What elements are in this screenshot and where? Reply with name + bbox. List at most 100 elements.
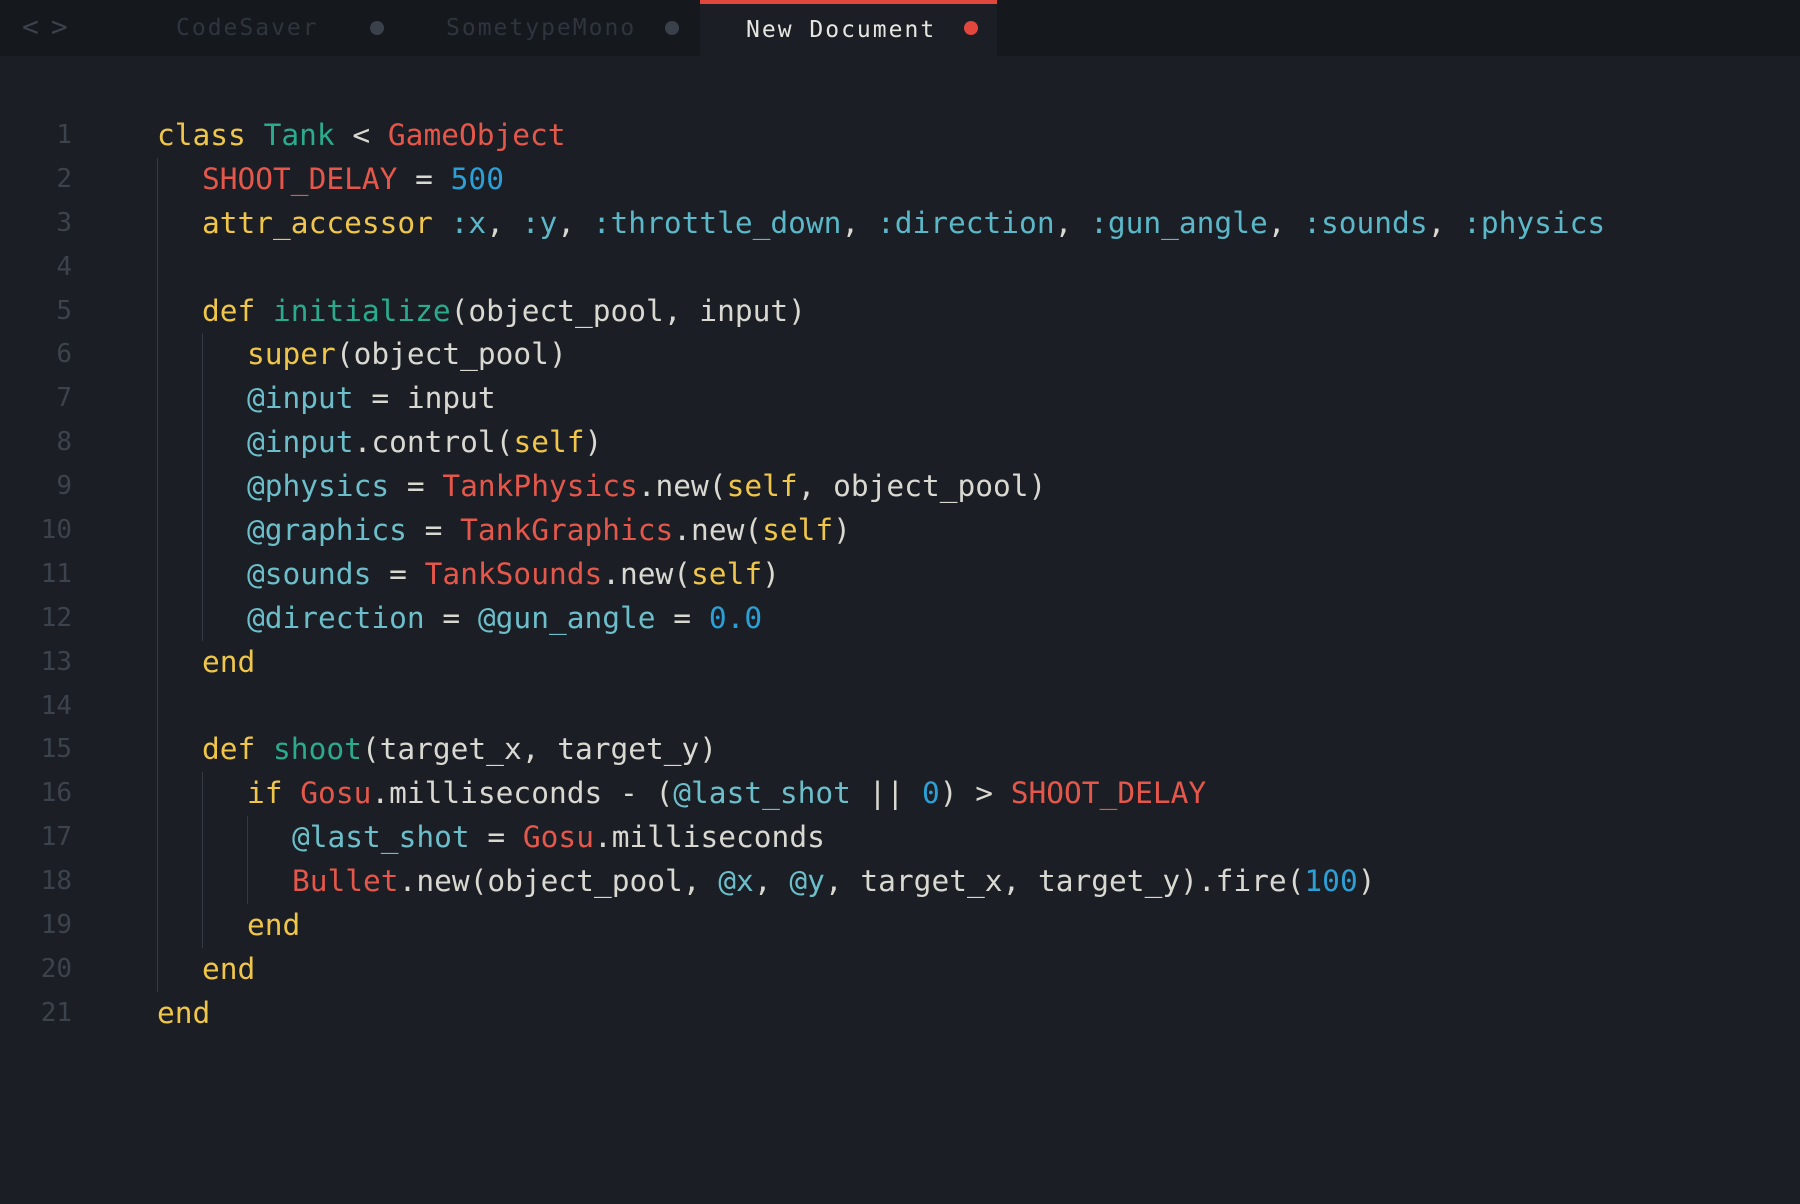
code-token: .milliseconds bbox=[593, 820, 825, 855]
code-token: @sounds bbox=[247, 556, 372, 591]
code-text: @input = input bbox=[247, 377, 496, 421]
code-token: SHOOT_DELAY bbox=[1010, 776, 1207, 811]
line-number: 13 bbox=[40, 646, 72, 677]
code-token: (target_x, target_y) bbox=[361, 732, 718, 767]
code-token: super bbox=[247, 337, 336, 372]
indent-guide bbox=[157, 772, 158, 817]
modified-dot-icon bbox=[665, 21, 679, 35]
code-token: .new( bbox=[602, 556, 692, 591]
code-token: self bbox=[762, 513, 834, 548]
code-line: def shoot(target_x, target_y) bbox=[157, 728, 1777, 773]
tab-sometypemono[interactable]: SometypeMono bbox=[400, 0, 700, 56]
code-token: GameObject bbox=[387, 118, 566, 152]
indent-guide bbox=[202, 772, 203, 817]
code-text: def initialize(object_pool, input) bbox=[202, 290, 806, 334]
code-token: @input bbox=[247, 425, 354, 460]
indent-guide bbox=[157, 465, 158, 510]
code-editor[interactable]: class Tank < GameObject SHOOT_DELAY = 500… bbox=[157, 114, 1777, 1036]
code-token: end bbox=[157, 995, 211, 1030]
code-token: self bbox=[691, 556, 763, 591]
code-line: @input.control(self) bbox=[157, 421, 1777, 466]
code-token: :throttle_down bbox=[592, 205, 842, 240]
code-line: end bbox=[157, 992, 1777, 1036]
indent-guide bbox=[157, 684, 158, 729]
line-number: 5 bbox=[56, 295, 72, 326]
code-token: @direction bbox=[247, 600, 425, 635]
code-token: attr_accessor bbox=[202, 205, 433, 240]
tab-new-document[interactable]: New Document bbox=[700, 0, 997, 56]
indent-guide bbox=[157, 596, 158, 641]
code-token: @last_shot bbox=[673, 776, 851, 811]
code-token: ) bbox=[762, 556, 780, 591]
code-token: 0.0 bbox=[708, 600, 763, 635]
code-token: = bbox=[389, 469, 443, 504]
indent-guide bbox=[157, 728, 158, 773]
code-token: ) > bbox=[939, 776, 1011, 811]
code-token: .new(object_pool, bbox=[398, 864, 719, 899]
indent-guide bbox=[202, 596, 203, 641]
code-text: end bbox=[202, 948, 255, 992]
line-number: 4 bbox=[56, 251, 72, 282]
indent-guide bbox=[157, 947, 158, 992]
tab-codesaver[interactable]: CodeSaver bbox=[130, 0, 400, 56]
line-number: 20 bbox=[40, 953, 72, 984]
code-token: , bbox=[1267, 205, 1304, 240]
code-token: , bbox=[841, 205, 877, 240]
indent-guide bbox=[247, 860, 248, 905]
code-token: , bbox=[486, 205, 522, 240]
code-line: end bbox=[157, 947, 1777, 992]
line-number: 16 bbox=[40, 778, 72, 809]
code-token: || bbox=[850, 776, 922, 811]
chevron-right-icon[interactable]: > bbox=[51, 12, 68, 42]
indent-guide bbox=[202, 377, 203, 422]
line-number: 3 bbox=[56, 207, 72, 238]
code-token: = input bbox=[353, 381, 496, 416]
code-text: end bbox=[247, 904, 300, 948]
code-token: = bbox=[406, 513, 461, 548]
code-text: @physics = TankPhysics.new(self, object_… bbox=[247, 465, 1046, 509]
line-number-gutter: 1 2 3 4 5 6 7 8 9 10 11 12 13 14 15 16 17 18 19 20 21 bbox=[0, 114, 110, 1036]
code-token: = bbox=[469, 820, 523, 855]
code-token: , bbox=[1427, 205, 1464, 240]
line-number: 12 bbox=[40, 602, 72, 633]
code-text: @graphics = TankGraphics.new(self) bbox=[247, 509, 851, 553]
indent-guide bbox=[157, 904, 158, 948]
indent-guide bbox=[202, 816, 203, 861]
code-token: .control( bbox=[353, 425, 514, 460]
code-token: :sounds bbox=[1303, 205, 1428, 240]
indent-guide bbox=[157, 421, 158, 466]
indent-guide bbox=[157, 552, 158, 597]
code-token: 100 bbox=[1304, 864, 1358, 899]
code-token: , bbox=[1054, 205, 1091, 240]
code-line: Bullet.new(object_pool, @x, @y, target_x… bbox=[157, 860, 1777, 905]
code-line: end bbox=[157, 904, 1777, 948]
code-token: @last_shot bbox=[292, 820, 470, 855]
code-token: if bbox=[247, 776, 301, 811]
code-token: self bbox=[513, 425, 585, 460]
indent-guide bbox=[157, 640, 158, 685]
code-line: @input = input bbox=[157, 377, 1777, 422]
code-token: :physics bbox=[1463, 205, 1606, 240]
code-token: (object_pool, input) bbox=[450, 293, 806, 328]
code-token: :gun_angle bbox=[1090, 205, 1268, 240]
code-token: end bbox=[202, 644, 256, 679]
code-token: class bbox=[157, 118, 264, 152]
indent-guide bbox=[157, 509, 158, 553]
code-token: < bbox=[334, 118, 388, 152]
code-token: TankSounds bbox=[424, 556, 603, 591]
code-token: , object_pool) bbox=[797, 469, 1047, 504]
code-token: TankPhysics bbox=[442, 469, 638, 504]
line-number: 8 bbox=[56, 427, 72, 458]
line-number: 15 bbox=[40, 734, 72, 765]
indent-guide bbox=[202, 860, 203, 905]
indent-guide bbox=[157, 816, 158, 861]
indent-guide bbox=[157, 860, 158, 905]
code-line bbox=[157, 684, 1777, 729]
code-line: @last_shot = Gosu.milliseconds bbox=[157, 816, 1777, 861]
code-line: super(object_pool) bbox=[157, 333, 1777, 378]
chevron-left-icon[interactable]: < bbox=[22, 12, 39, 42]
code-text: @last_shot = Gosu.milliseconds bbox=[292, 816, 825, 860]
code-token: Gosu bbox=[522, 820, 594, 855]
code-token: , bbox=[753, 864, 790, 899]
